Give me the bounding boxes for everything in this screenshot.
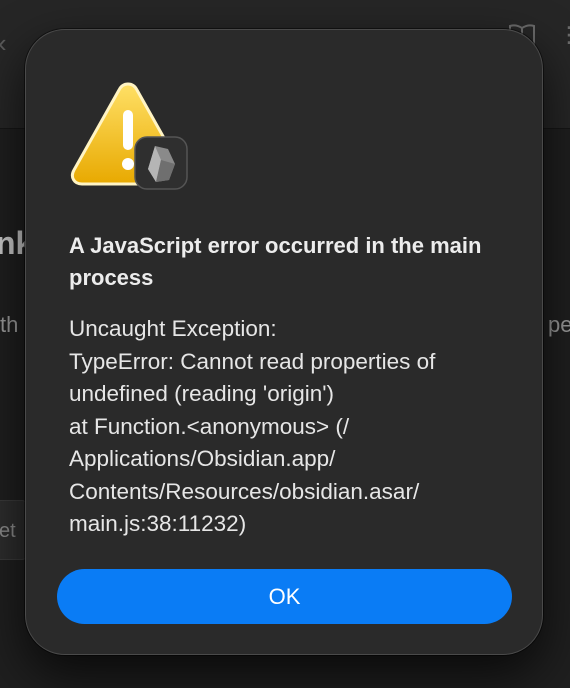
dialog-title: A JavaScript error occurred in the main … xyxy=(69,233,482,290)
ok-button[interactable]: OK xyxy=(57,569,512,624)
dialog-message: Uncaught Exception: TypeError: Cannot re… xyxy=(69,316,436,536)
background-text-fragment-right: pe xyxy=(548,312,570,337)
error-dialog: A JavaScript error occurred in the main … xyxy=(25,29,543,655)
obsidian-app-icon xyxy=(134,136,188,190)
back-arrow-icon: ‹ xyxy=(0,28,7,59)
dialog-icon-group xyxy=(68,78,190,190)
more-options-icon: ⋮ xyxy=(558,22,570,47)
background-button-fragment: et xyxy=(0,500,28,560)
background-text-fragment-left: th xyxy=(0,312,19,337)
